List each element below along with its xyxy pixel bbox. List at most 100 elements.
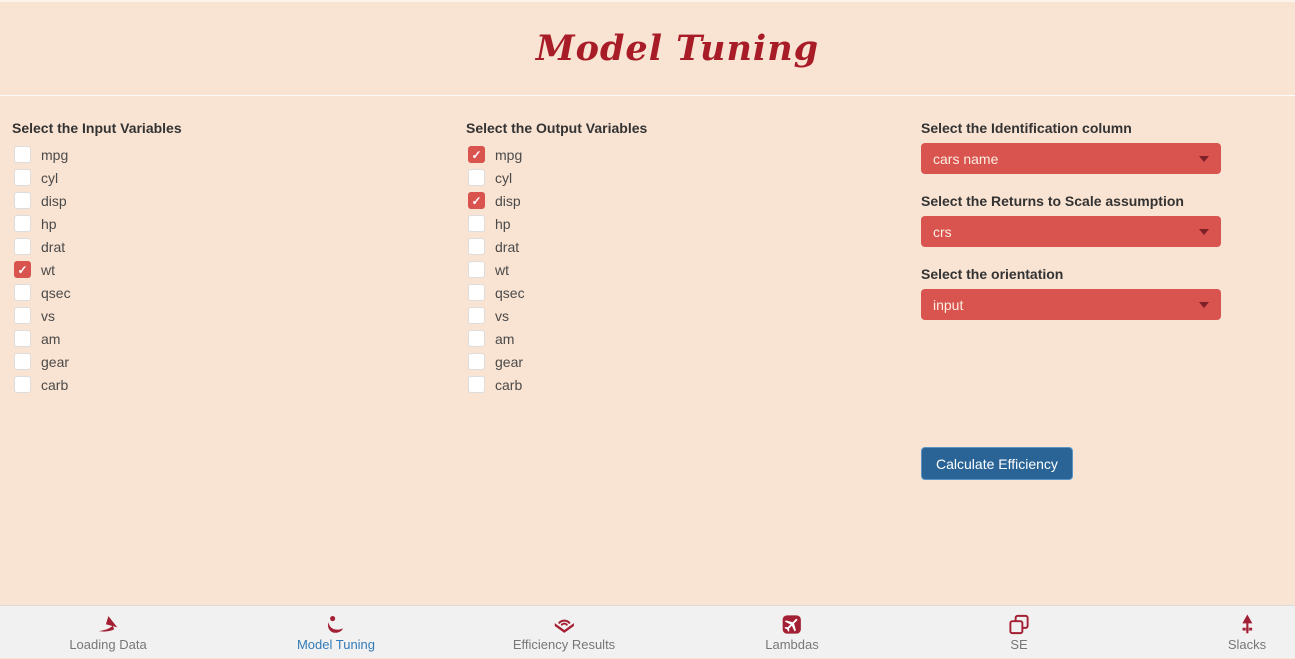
checkbox[interactable]: ✓ xyxy=(14,330,31,347)
calculate-efficiency-button[interactable]: Calculate Efficiency xyxy=(921,447,1073,480)
nav-tab-model-tuning[interactable]: Model Tuning xyxy=(297,613,375,652)
checkbox-option-hp[interactable]: ✓ hp xyxy=(12,212,452,235)
checkbox[interactable]: ✓ xyxy=(14,284,31,301)
nav-tab-lambdas[interactable]: Lambdas xyxy=(765,613,818,652)
checkbox[interactable]: ✓ xyxy=(14,307,31,324)
checkbox-label: wt xyxy=(495,262,509,278)
checkbox-label: cyl xyxy=(41,170,58,186)
checkbox-option-carb[interactable]: ✓ carb xyxy=(466,373,906,396)
checkbox-option-hp[interactable]: ✓ hp xyxy=(466,212,906,235)
checkbox-label: gear xyxy=(495,354,523,370)
nav-tab-loading-data[interactable]: Loading Data xyxy=(69,613,146,652)
plane-square-icon xyxy=(778,613,805,636)
returns-to-scale-select[interactable]: crs xyxy=(921,216,1221,247)
checkbox-option-cyl[interactable]: ✓ cyl xyxy=(466,166,906,189)
checkbox[interactable]: ✓ xyxy=(468,146,485,163)
checkbox-option-mpg[interactable]: ✓ mpg xyxy=(466,143,906,166)
checkbox-option-am[interactable]: ✓ am xyxy=(12,327,452,350)
checkbox[interactable]: ✓ xyxy=(468,238,485,255)
checkbox-label: am xyxy=(41,331,60,347)
checkbox-option-qsec[interactable]: ✓ qsec xyxy=(466,281,906,304)
paper-plane-icon xyxy=(95,613,122,636)
checkbox[interactable]: ✓ xyxy=(468,330,485,347)
bottom-tab-bar: Loading Data Model Tuning Efficiency Res… xyxy=(0,605,1295,658)
checkbox-label: hp xyxy=(41,216,57,232)
checkbox-option-cyl[interactable]: ✓ cyl xyxy=(12,166,452,189)
checkbox-option-mpg[interactable]: ✓ mpg xyxy=(12,143,452,166)
checkbox-label: hp xyxy=(495,216,511,232)
checkbox[interactable]: ✓ xyxy=(14,146,31,163)
nav-tab-se[interactable]: SE xyxy=(1006,613,1033,652)
checkbox-label: disp xyxy=(495,193,521,209)
checkbox-option-drat[interactable]: ✓ drat xyxy=(12,235,452,258)
orientation-select[interactable]: input xyxy=(921,289,1221,320)
checkbox-label: drat xyxy=(495,239,519,255)
checkbox[interactable]: ✓ xyxy=(14,192,31,209)
checkbox-option-am[interactable]: ✓ am xyxy=(466,327,906,350)
checkbox-option-drat[interactable]: ✓ drat xyxy=(466,235,906,258)
orientation-value: input xyxy=(933,297,963,313)
caret-down-icon xyxy=(1199,302,1209,308)
checkbox-option-gear[interactable]: ✓ gear xyxy=(466,350,906,373)
checkbox[interactable]: ✓ xyxy=(14,238,31,255)
caret-down-icon xyxy=(1199,229,1209,235)
checkbox-label: qsec xyxy=(41,285,71,301)
check-icon: ✓ xyxy=(471,149,481,161)
checkbox[interactable]: ✓ xyxy=(468,169,485,186)
checkbox-label: am xyxy=(495,331,514,347)
checkbox-label: carb xyxy=(495,377,522,393)
page-header: Model Tuning xyxy=(0,2,1295,96)
caret-down-icon xyxy=(1199,156,1209,162)
identification-column-value: cars name xyxy=(933,151,998,167)
checkbox[interactable]: ✓ xyxy=(468,307,485,324)
checkbox[interactable]: ✓ xyxy=(468,376,485,393)
check-icon: ✓ xyxy=(471,195,481,207)
output-variables-panel: Select the Output Variables ✓ mpg ✓ cyl … xyxy=(466,120,906,396)
checkbox-option-vs[interactable]: ✓ vs xyxy=(466,304,906,327)
checkbox[interactable]: ✓ xyxy=(14,353,31,370)
checkbox[interactable]: ✓ xyxy=(468,353,485,370)
clone-icon xyxy=(1006,613,1033,636)
checkbox-label: wt xyxy=(41,262,55,278)
checkbox-option-disp[interactable]: ✓ disp xyxy=(12,189,452,212)
checkbox-label: drat xyxy=(41,239,65,255)
checkbox-label: mpg xyxy=(41,147,68,163)
checkbox-option-wt[interactable]: ✓ wt xyxy=(12,258,452,281)
model-tuning-panel: Select the Input Variables ✓ mpg ✓ cyl ✓… xyxy=(0,96,1295,605)
checkbox[interactable]: ✓ xyxy=(14,215,31,232)
checkbox-option-vs[interactable]: ✓ vs xyxy=(12,304,452,327)
orientation-label: Select the orientation xyxy=(921,266,1221,283)
checkbox[interactable]: ✓ xyxy=(468,192,485,209)
checkbox-option-gear[interactable]: ✓ gear xyxy=(12,350,452,373)
checkbox-label: mpg xyxy=(495,147,522,163)
checkbox-label: carb xyxy=(41,377,68,393)
checkbox[interactable]: ✓ xyxy=(14,261,31,278)
checkbox-option-qsec[interactable]: ✓ qsec xyxy=(12,281,452,304)
checkbox-label: disp xyxy=(41,193,67,209)
check-icon: ✓ xyxy=(17,264,27,276)
checkbox-option-disp[interactable]: ✓ disp xyxy=(466,189,906,212)
input-variables-label: Select the Input Variables xyxy=(12,120,452,137)
checkbox-label: gear xyxy=(41,354,69,370)
checkbox[interactable]: ✓ xyxy=(468,261,485,278)
page-title: Model Tuning xyxy=(536,28,819,69)
input-variables-panel: Select the Input Variables ✓ mpg ✓ cyl ✓… xyxy=(12,120,452,396)
checkbox[interactable]: ✓ xyxy=(468,284,485,301)
checkbox[interactable]: ✓ xyxy=(14,376,31,393)
checkbox-label: qsec xyxy=(495,285,525,301)
identification-column-select[interactable]: cars name xyxy=(921,143,1221,174)
nav-tab-slacks[interactable]: Slacks xyxy=(1228,613,1266,652)
checkbox[interactable]: ✓ xyxy=(14,169,31,186)
returns-to-scale-value: crs xyxy=(933,224,952,240)
checkbox-label: vs xyxy=(41,308,55,324)
checkbox-option-carb[interactable]: ✓ carb xyxy=(12,373,452,396)
checkbox[interactable]: ✓ xyxy=(468,215,485,232)
identification-column-label: Select the Identification column xyxy=(921,120,1221,137)
output-variables-checklist: ✓ mpg ✓ cyl ✓ disp ✓ hp ✓ drat ✓ wt ✓ qs… xyxy=(466,143,906,396)
checkbox-label: cyl xyxy=(495,170,512,186)
tree-icon xyxy=(1233,613,1260,636)
checkbox-option-wt[interactable]: ✓ wt xyxy=(466,258,906,281)
nav-tab-efficiency-results[interactable]: Efficiency Results xyxy=(513,613,615,652)
crescent-swoosh-icon xyxy=(323,613,350,636)
input-variables-checklist: ✓ mpg ✓ cyl ✓ disp ✓ hp ✓ drat ✓ wt ✓ qs… xyxy=(12,143,452,396)
